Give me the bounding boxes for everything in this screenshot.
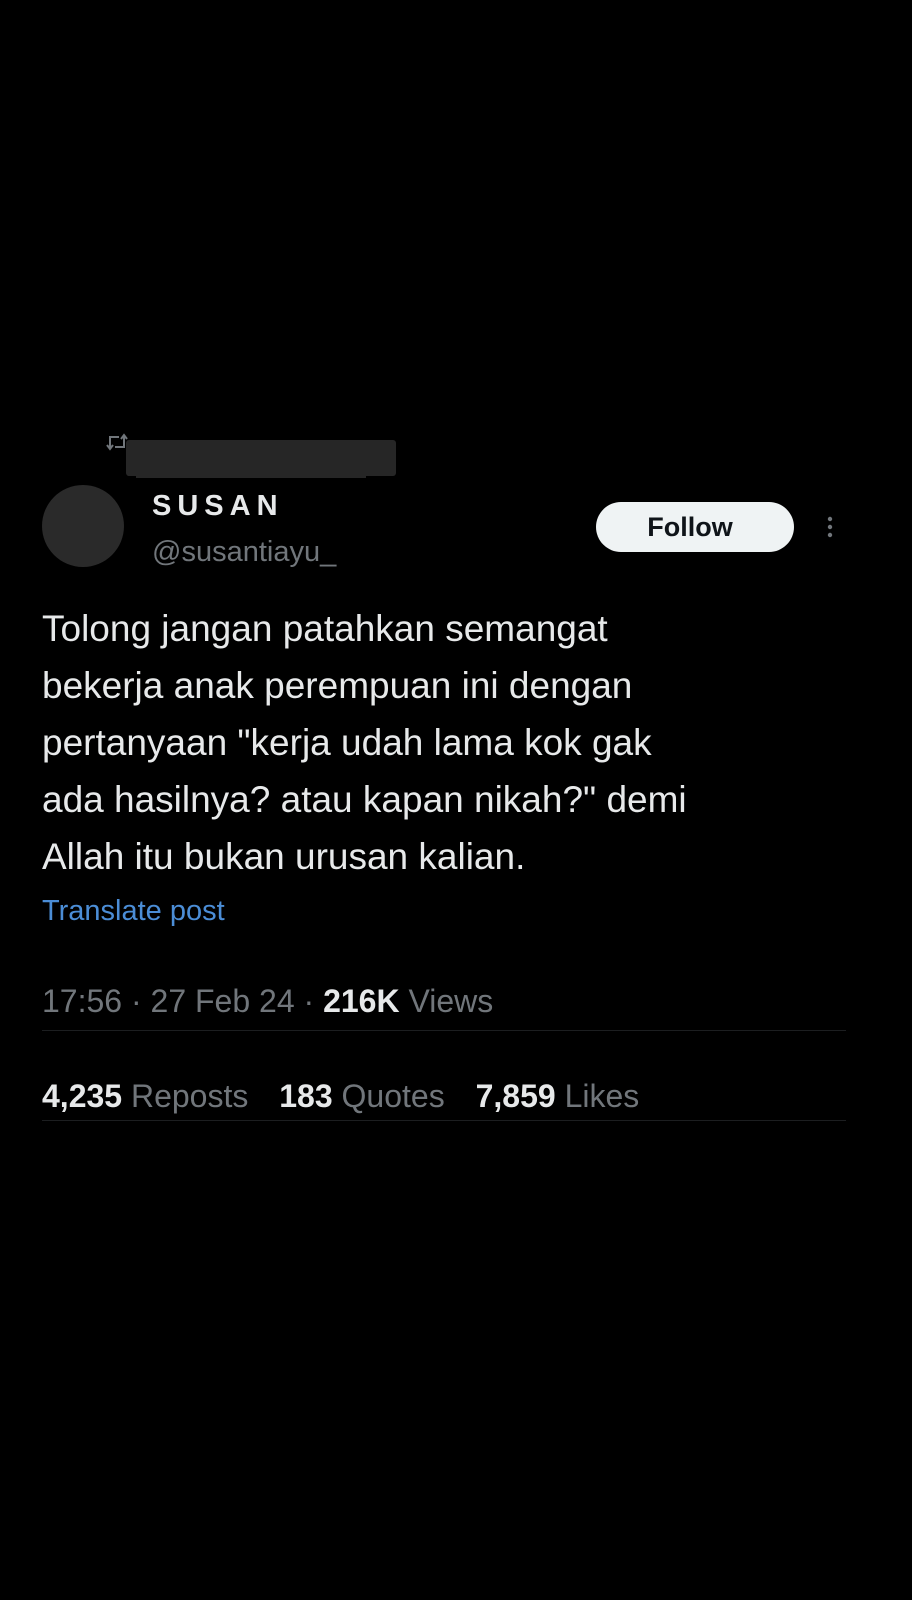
more-vertical-icon[interactable] [818, 512, 842, 542]
tweet-meta: 17:56 · 27 Feb 24 · 216K Views [42, 983, 493, 1020]
translate-post-link[interactable]: Translate post [42, 895, 225, 928]
reposts-stat[interactable]: 4,235 Reposts [42, 1078, 248, 1115]
meta-separator: · [303, 983, 315, 1019]
likes-count: 7,859 [475, 1078, 556, 1114]
likes-label: Likes [564, 1078, 640, 1114]
tweet-text: Tolong jangan patahkan semangat bekerja … [42, 608, 687, 877]
views-count: 216K [323, 983, 400, 1019]
meta-separator: · [130, 983, 142, 1019]
engagement-stats: 4,235 Reposts 183 Quotes 7,859 Likes [42, 1078, 661, 1115]
tweet-date[interactable]: 27 Feb 24 [151, 983, 295, 1019]
avatar[interactable] [42, 485, 124, 567]
author-handle[interactable]: @susantiayu_ [152, 536, 336, 569]
divider [42, 1030, 846, 1031]
views-label: Views [408, 983, 494, 1019]
follow-button[interactable]: Follow [596, 502, 794, 552]
repost-icon [106, 432, 128, 452]
author-display-name[interactable]: SUSAN [152, 490, 284, 523]
reposts-label: Reposts [130, 1078, 249, 1114]
repost-context [106, 432, 406, 482]
likes-stat[interactable]: 7,859 Likes [476, 1078, 640, 1115]
reposts-count: 4,235 [42, 1078, 123, 1114]
redacted-reposter-name [126, 440, 396, 478]
quotes-count: 183 [279, 1078, 333, 1114]
quotes-stat[interactable]: 183 Quotes [279, 1078, 444, 1115]
divider [42, 1120, 846, 1121]
tweet-time[interactable]: 17:56 [42, 983, 122, 1019]
quotes-label: Quotes [341, 1078, 445, 1114]
